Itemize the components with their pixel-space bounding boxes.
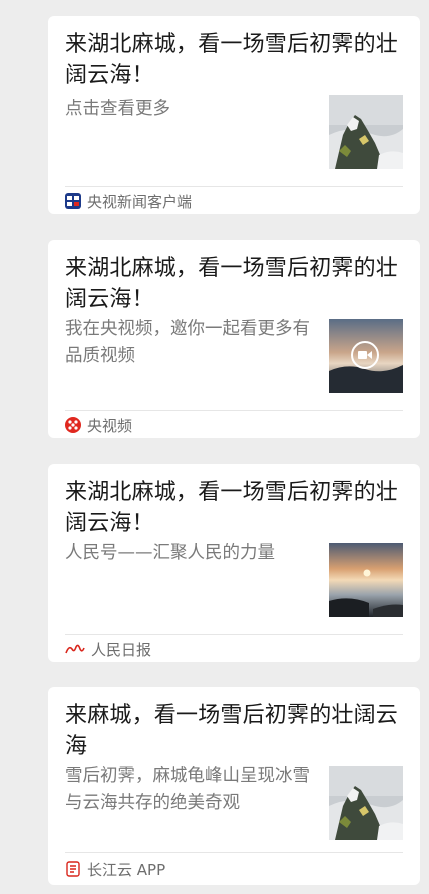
sunrise-sea-icon	[329, 543, 403, 617]
card-source[interactable]: 央视频	[65, 415, 132, 435]
card-source[interactable]: 长江云 APP	[65, 859, 165, 879]
mountain-cloud-sea-icon	[329, 766, 403, 840]
source-name: 央视频	[87, 416, 133, 435]
article-card-3[interactable]: 来湖北麻城，看一场雪后初霁的壮阔云海！ 人民号——汇聚人民的力量 人民日报	[48, 464, 420, 662]
changjiang-cloud-logo-icon	[65, 861, 81, 877]
source-name: 人民日报	[91, 640, 152, 659]
card-description: 雪后初霁，麻城龟峰山呈现冰雪与云海共存的绝美奇观	[65, 766, 310, 813]
cctv-video-logo-icon	[65, 417, 81, 433]
article-card-4[interactable]: 来麻城，看一场雪后初霁的壮阔云海 雪后初霁，麻城龟峰山呈现冰雪与云海共存的绝美奇…	[48, 687, 420, 885]
card-divider	[65, 852, 403, 853]
source-name: 长江云 APP	[87, 860, 166, 879]
peoples-daily-logo-icon	[65, 641, 85, 657]
card-source[interactable]: 人民日报	[65, 639, 151, 659]
video-icon	[351, 341, 379, 369]
card-divider	[65, 410, 403, 411]
cctv-news-logo-icon	[65, 193, 81, 209]
card-title: 来湖北麻城，看一场雪后初霁的壮阔云海！	[65, 32, 399, 88]
card-source[interactable]: 央视新闻客户端	[65, 191, 192, 211]
video-thumbnail[interactable]	[329, 319, 403, 393]
source-name: 央视新闻客户端	[87, 192, 193, 211]
card-divider	[65, 186, 403, 187]
card-title: 来湖北麻城，看一场雪后初霁的壮阔云海！	[65, 480, 399, 536]
card-description: 人民号——汇聚人民的力量	[65, 543, 275, 563]
card-description: 我在央视频，邀你一起看更多有品质视频	[65, 319, 310, 366]
card-title: 来麻城，看一场雪后初霁的壮阔云海	[65, 703, 399, 759]
mountain-cloud-sea-icon	[329, 95, 403, 169]
article-card-2[interactable]: 来湖北麻城，看一场雪后初霁的壮阔云海！ 我在央视频，邀你一起看更多有品质视频 央…	[48, 240, 420, 438]
card-description: 点击查看更多	[65, 99, 170, 119]
article-card-1[interactable]: 来湖北麻城，看一场雪后初霁的壮阔云海！ 点击查看更多 央视新闻客户端	[48, 16, 420, 214]
card-title: 来湖北麻城，看一场雪后初霁的壮阔云海！	[65, 256, 399, 312]
card-divider	[65, 634, 403, 635]
